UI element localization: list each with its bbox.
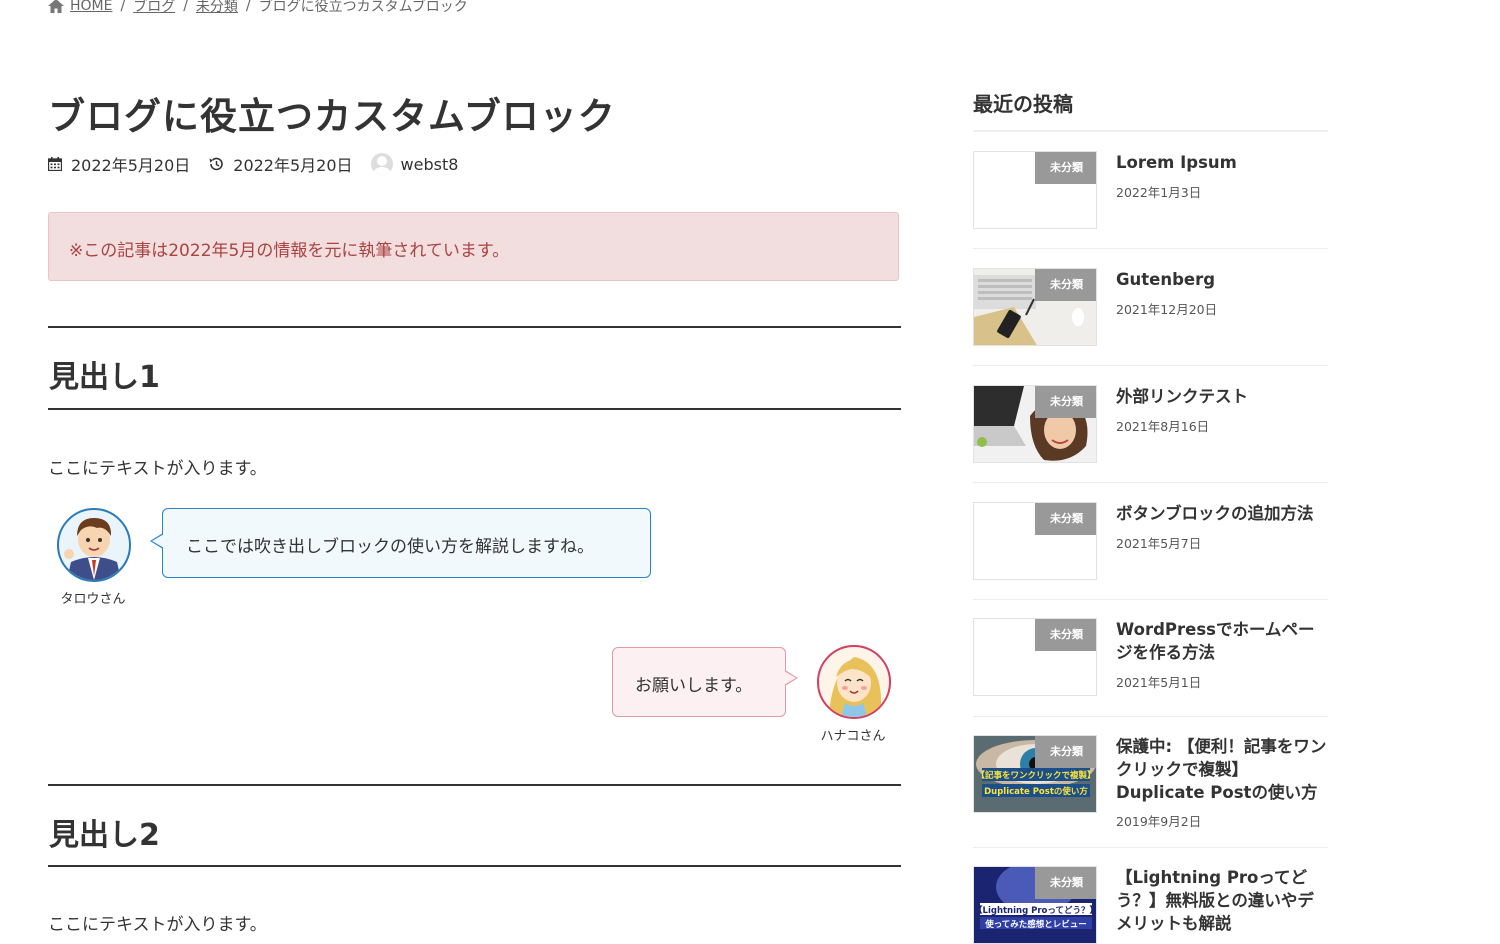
post-date: 2019年9月2日	[1116, 814, 1202, 829]
breadcrumb-separator: /	[120, 0, 126, 14]
history-icon	[209, 157, 224, 171]
post-title-link[interactable]: 保護中: 【便利！記事をワンクリックで複製】Duplicate Postの使い方	[1116, 735, 1328, 804]
woman-avatar-icon	[829, 657, 881, 717]
page-title: ブログに役立つカスタムブロック	[48, 95, 616, 138]
post-title-link[interactable]: Gutenberg	[1116, 268, 1328, 291]
paragraph-1: ここにテキストが入ります。	[48, 459, 267, 479]
breadcrumb-separator: /	[183, 0, 188, 14]
post-title-link[interactable]: WordPressでホームページを作る方法	[1116, 618, 1328, 664]
post-thumbnail[interactable]: 【記事をワンクリックで複製】 Duplicate Postの使い方 未分類	[973, 735, 1097, 813]
updated-date: 2022年5月20日	[208, 152, 353, 176]
published-date-text: 2022年5月20日	[71, 156, 191, 175]
taro-avatar	[57, 508, 131, 582]
thumb-caption-2: 使ってみた感想とレビュー	[984, 919, 1087, 930]
home-icon	[48, 0, 64, 13]
post-thumbnail[interactable]: 未分類	[973, 151, 1097, 229]
post-thumbnail[interactable]: 未分類	[973, 268, 1097, 346]
heading-1: 見出し1	[48, 326, 901, 410]
post-title-link[interactable]: 【Lightning Proってどう？】無料版との違いやデメリットも解説	[1116, 866, 1328, 935]
recent-post-item[interactable]: 未分類 WordPressでホームページを作る方法 2021年5月1日	[973, 600, 1328, 717]
heading-2: 見出し2	[48, 784, 901, 867]
post-thumbnail[interactable]: 未分類	[973, 385, 1097, 463]
category-badge: 未分類	[1035, 269, 1096, 301]
thumb-caption-1: 【記事をワンクリックで複製】	[976, 770, 1095, 781]
thumb-caption-2: Duplicate Postの使い方	[984, 786, 1088, 797]
post-author: webst8	[370, 153, 459, 175]
post-thumbnail[interactable]: 未分類	[973, 502, 1097, 580]
hanako-speech-text: お願いします。	[612, 647, 798, 717]
breadcrumb-separator: /	[245, 0, 251, 14]
category-badge: 未分類	[1035, 503, 1096, 535]
post-date: 2021年8月16日	[1116, 419, 1210, 434]
post-title-link[interactable]: ボタンブロックの追加方法	[1116, 502, 1328, 525]
post-date: 2021年5月1日	[1116, 675, 1202, 690]
updated-date-text: 2022年5月20日	[233, 156, 353, 175]
post-title-link[interactable]: 外部リンクテスト	[1116, 385, 1328, 408]
breadcrumb-category-link[interactable]: 未分類	[196, 0, 238, 16]
breadcrumb-current: ブログに役立つカスタムブロック	[258, 0, 468, 15]
man-avatar-icon	[64, 518, 121, 580]
post-title-link[interactable]: Lorem Ipsum	[1116, 151, 1328, 174]
recent-post-item[interactable]: 【Lightning Proってどう？】 使ってみた感想とレビュー 未分類 【L…	[973, 848, 1328, 944]
post-date: 2021年5月7日	[1116, 536, 1202, 551]
author-name: webst8	[400, 154, 459, 174]
hanako-name: ハナコさん	[820, 729, 886, 744]
post-thumbnail[interactable]: 【Lightning Proってどう？】 使ってみた感想とレビュー 未分類	[973, 866, 1097, 944]
post-date: 2022年1月3日	[1116, 185, 1202, 200]
published-date: 2022年5月20日	[48, 152, 190, 176]
recent-post-item[interactable]: 未分類 Gutenberg 2021年12月20日	[973, 249, 1328, 366]
category-badge: 未分類	[1035, 386, 1096, 418]
breadcrumb: HOME / ブログ / 未分類 / ブログに役立つカスタムブロック	[48, 0, 468, 16]
hanako-avatar	[817, 645, 891, 719]
breadcrumb-home-link[interactable]: HOME	[70, 0, 112, 14]
category-badge: 未分類	[1035, 619, 1096, 651]
paragraph-2: ここにテキストが入ります。	[48, 915, 267, 935]
notice-alert: ※この記事は2022年5月の情報を元に執筆されています。	[48, 212, 899, 281]
calendar-icon	[48, 157, 62, 171]
post-thumbnail[interactable]: 未分類	[973, 618, 1097, 696]
taro-name: タロウさん	[60, 592, 126, 607]
thumb-caption-1: 【Lightning Proってどう？】	[974, 905, 1097, 916]
taro-speech-text: ここでは吹き出しブロックの使い方を解説しますね。	[150, 508, 651, 578]
category-badge: 未分類	[1035, 152, 1096, 184]
author-avatar	[370, 153, 393, 175]
recent-post-item[interactable]: 未分類 Lorem Ipsum 2022年1月3日	[973, 132, 1328, 249]
recent-post-item[interactable]: 【記事をワンクリックで複製】 Duplicate Postの使い方 未分類 保護…	[973, 717, 1328, 848]
recent-post-item[interactable]: 未分類 ボタンブロックの追加方法 2021年5月7日	[973, 483, 1328, 600]
post-meta: 2022年5月20日 2022年5月20日 webst8	[48, 152, 476, 176]
speech-balloon-taro: タロウさん ここでは吹き出しブロックの使い方を解説しますね。	[57, 508, 651, 607]
recent-post-item[interactable]: 未分類 外部リンクテスト 2021年8月16日	[973, 366, 1328, 483]
breadcrumb-blog-link[interactable]: ブログ	[133, 0, 175, 16]
category-badge: 未分類	[1035, 867, 1096, 899]
category-badge: 未分類	[1035, 736, 1096, 768]
post-date: 2021年12月20日	[1116, 302, 1218, 317]
recent-posts-title: 最近の投稿	[973, 92, 1073, 116]
